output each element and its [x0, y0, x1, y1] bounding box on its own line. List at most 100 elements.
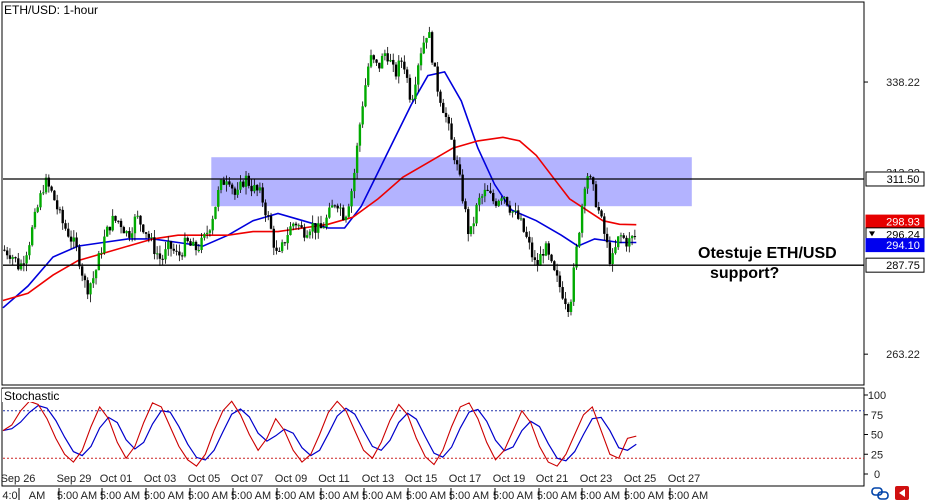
date-label: Oct 23 — [580, 473, 612, 485]
candle-body — [208, 230, 212, 233]
date-label: Sep 29 — [57, 473, 92, 485]
candle-body — [467, 209, 470, 235]
candle-body — [392, 59, 395, 65]
candle-body — [78, 246, 81, 267]
candle-body — [383, 53, 387, 56]
candle-body — [130, 233, 134, 238]
candle-body — [17, 258, 20, 270]
candle-body — [369, 55, 373, 67]
candle-body — [525, 231, 528, 237]
candle-body — [205, 232, 209, 235]
candle-body — [533, 257, 537, 260]
price-tag-label: 294.10 — [886, 240, 920, 252]
stochastic-tick-label: 50 — [871, 430, 883, 442]
candle-body — [405, 69, 409, 78]
candle-body — [530, 242, 534, 258]
candle-body — [419, 53, 423, 66]
time-label: 5:00 AM — [537, 490, 577, 502]
candle-body — [492, 192, 495, 202]
candle-body — [175, 250, 178, 252]
candle-body — [353, 172, 356, 192]
candle-body — [261, 187, 264, 203]
candle-body — [380, 55, 384, 69]
date-label: Oct 21 — [536, 473, 568, 485]
candle-body — [439, 91, 442, 103]
candle-body — [280, 242, 284, 252]
candle-body — [158, 253, 162, 259]
candle-body — [122, 227, 126, 234]
candle-body — [169, 241, 173, 249]
candle-body — [408, 77, 412, 100]
candle-body — [592, 177, 595, 185]
candle-body — [347, 206, 350, 217]
candle-body — [75, 237, 78, 247]
chart-title: ETH/USD: 1-hour — [4, 3, 98, 17]
time-label: 5:00 AM — [362, 490, 402, 502]
candle-body — [350, 191, 353, 207]
candle-body — [469, 226, 473, 235]
candle-body — [522, 218, 525, 232]
candle-body — [500, 198, 503, 201]
candle-body — [483, 189, 487, 197]
candle-body — [505, 197, 509, 206]
candle-body — [105, 226, 109, 237]
date-label: Oct 05 — [188, 473, 220, 485]
candle-body — [200, 237, 203, 250]
candle-body — [378, 62, 381, 69]
annotation-line-1: Otestuje ETH/USD — [698, 245, 837, 262]
candle-body — [616, 236, 620, 248]
candle-body — [339, 207, 342, 209]
candle-body — [564, 298, 567, 305]
candle-body — [605, 233, 609, 243]
candle-body — [319, 223, 323, 229]
candle-body — [569, 301, 573, 312]
candle-body — [264, 202, 267, 216]
chart-stage: ETH/USD: 1-hour Otestuje ETH/USD support… — [0, 0, 925, 503]
candle-body — [372, 55, 375, 60]
candle-body — [428, 32, 431, 38]
scroll-left-icon[interactable] — [895, 486, 909, 500]
candle-body — [355, 145, 359, 173]
candle-body — [497, 200, 500, 206]
candle-body — [80, 266, 84, 276]
candle-body — [119, 220, 123, 228]
price-panel[interactable]: ETH/USD: 1-hour Otestuje ETH/USD support… — [1, 1, 865, 386]
date-label: Oct 13 — [362, 473, 394, 485]
time-label: 5:00 AM — [580, 490, 620, 502]
time-label: 4:0 — [2, 490, 17, 502]
candle-body — [189, 241, 192, 246]
candle-body — [625, 237, 628, 247]
candle-body — [333, 205, 337, 207]
candle-body — [486, 189, 489, 191]
candle-body — [394, 64, 398, 77]
candle-body — [364, 85, 367, 107]
candle-body — [430, 32, 434, 63]
stochastic-panel[interactable]: Stochastic 100 75 50 25 0 — [1, 387, 886, 487]
candle-body — [275, 247, 278, 251]
candle-body — [153, 237, 156, 255]
candle-body — [514, 210, 517, 212]
annotation-line-2: support? — [710, 265, 779, 282]
candle-body — [453, 139, 456, 161]
candle-body — [555, 270, 559, 276]
candle-body — [61, 209, 64, 224]
candle-body — [325, 217, 328, 228]
candle-body — [8, 255, 12, 259]
date-label: Oct 01 — [100, 473, 132, 485]
candle-body — [217, 189, 220, 207]
candle-body — [92, 278, 95, 284]
candle-body — [55, 200, 59, 210]
candle-body — [242, 181, 245, 187]
candle-body — [5, 250, 9, 256]
stochastic-tick-label: 75 — [871, 410, 883, 422]
date-label: Sep 26 — [1, 473, 36, 485]
candle-body — [50, 186, 53, 191]
candle-body — [42, 192, 45, 194]
candle-body — [550, 254, 553, 262]
candle-body — [3, 249, 6, 251]
candle-body — [600, 210, 603, 217]
candle-body — [11, 257, 14, 259]
candle-body — [330, 205, 334, 208]
candle-body — [69, 236, 73, 242]
candle-body — [358, 124, 362, 146]
